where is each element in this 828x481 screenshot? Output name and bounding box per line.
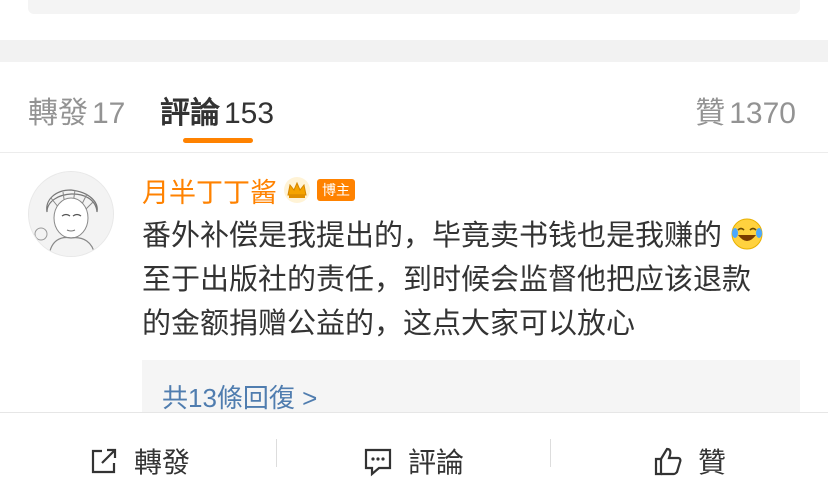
active-tab-indicator: [183, 138, 253, 143]
laughing-crying-icon: [731, 218, 763, 250]
comment-label: 評論: [408, 447, 465, 478]
bottom-bar-divider: [276, 439, 277, 467]
thumbs-up-icon: [654, 447, 682, 476]
tab-reposts-count: 17: [92, 97, 126, 130]
tab-comments[interactable]: 評論 153: [160, 88, 274, 132]
section-divider: [0, 40, 828, 62]
crown-icon: [284, 177, 310, 203]
comment-icon: [364, 448, 392, 477]
repost-button[interactable]: 轉發: [88, 441, 190, 481]
username[interactable]: 月半丁丁酱: [142, 171, 277, 210]
tab-comments-count: 153: [224, 97, 275, 130]
comment-line-3: 的金额捐赠公益的，这点大家可以放心: [142, 308, 636, 340]
comment-line-2: 至于出版社的责任，到时候会监督他把应该退款: [142, 264, 752, 296]
tab-likes[interactable]: 贊 1370: [695, 88, 796, 132]
tab-likes-label: 贊: [695, 97, 726, 130]
avatar[interactable]: [28, 171, 114, 257]
comment-author-row: 月半丁丁酱 博主: [142, 172, 355, 208]
tab-comments-label: 評論: [160, 97, 220, 130]
view-replies-link[interactable]: 共13條回復 >: [162, 378, 317, 415]
bottom-action-bar: 轉發 評論 贊: [0, 412, 828, 478]
tab-likes-count: 1370: [729, 97, 796, 130]
like-button[interactable]: 贊: [652, 441, 726, 481]
repost-icon: [91, 448, 117, 474]
comment-line-1: 番外补偿是我提出的，毕竟卖书钱也是我赚的: [142, 214, 802, 258]
avatar-sketch-icon: [29, 172, 113, 256]
comment-button[interactable]: 評論: [362, 441, 464, 481]
author-badge: 博主: [317, 179, 355, 201]
replies-box: 共13條回復 >: [142, 360, 800, 416]
tab-reposts-label: 轉發: [28, 97, 88, 130]
tab-bar: 轉發 17 評論 153 贊 1370: [0, 62, 828, 153]
comment-body: 番外补偿是我提出的，毕竟卖书钱也是我赚的 至于出版社的责任，到时候会监督他把应该…: [142, 214, 802, 346]
repost-label: 轉發: [134, 447, 191, 478]
bottom-bar-divider: [550, 439, 551, 467]
tab-reposts[interactable]: 轉發 17: [28, 88, 125, 132]
like-label: 贊: [698, 447, 727, 478]
previous-card-bottom: [28, 0, 800, 14]
